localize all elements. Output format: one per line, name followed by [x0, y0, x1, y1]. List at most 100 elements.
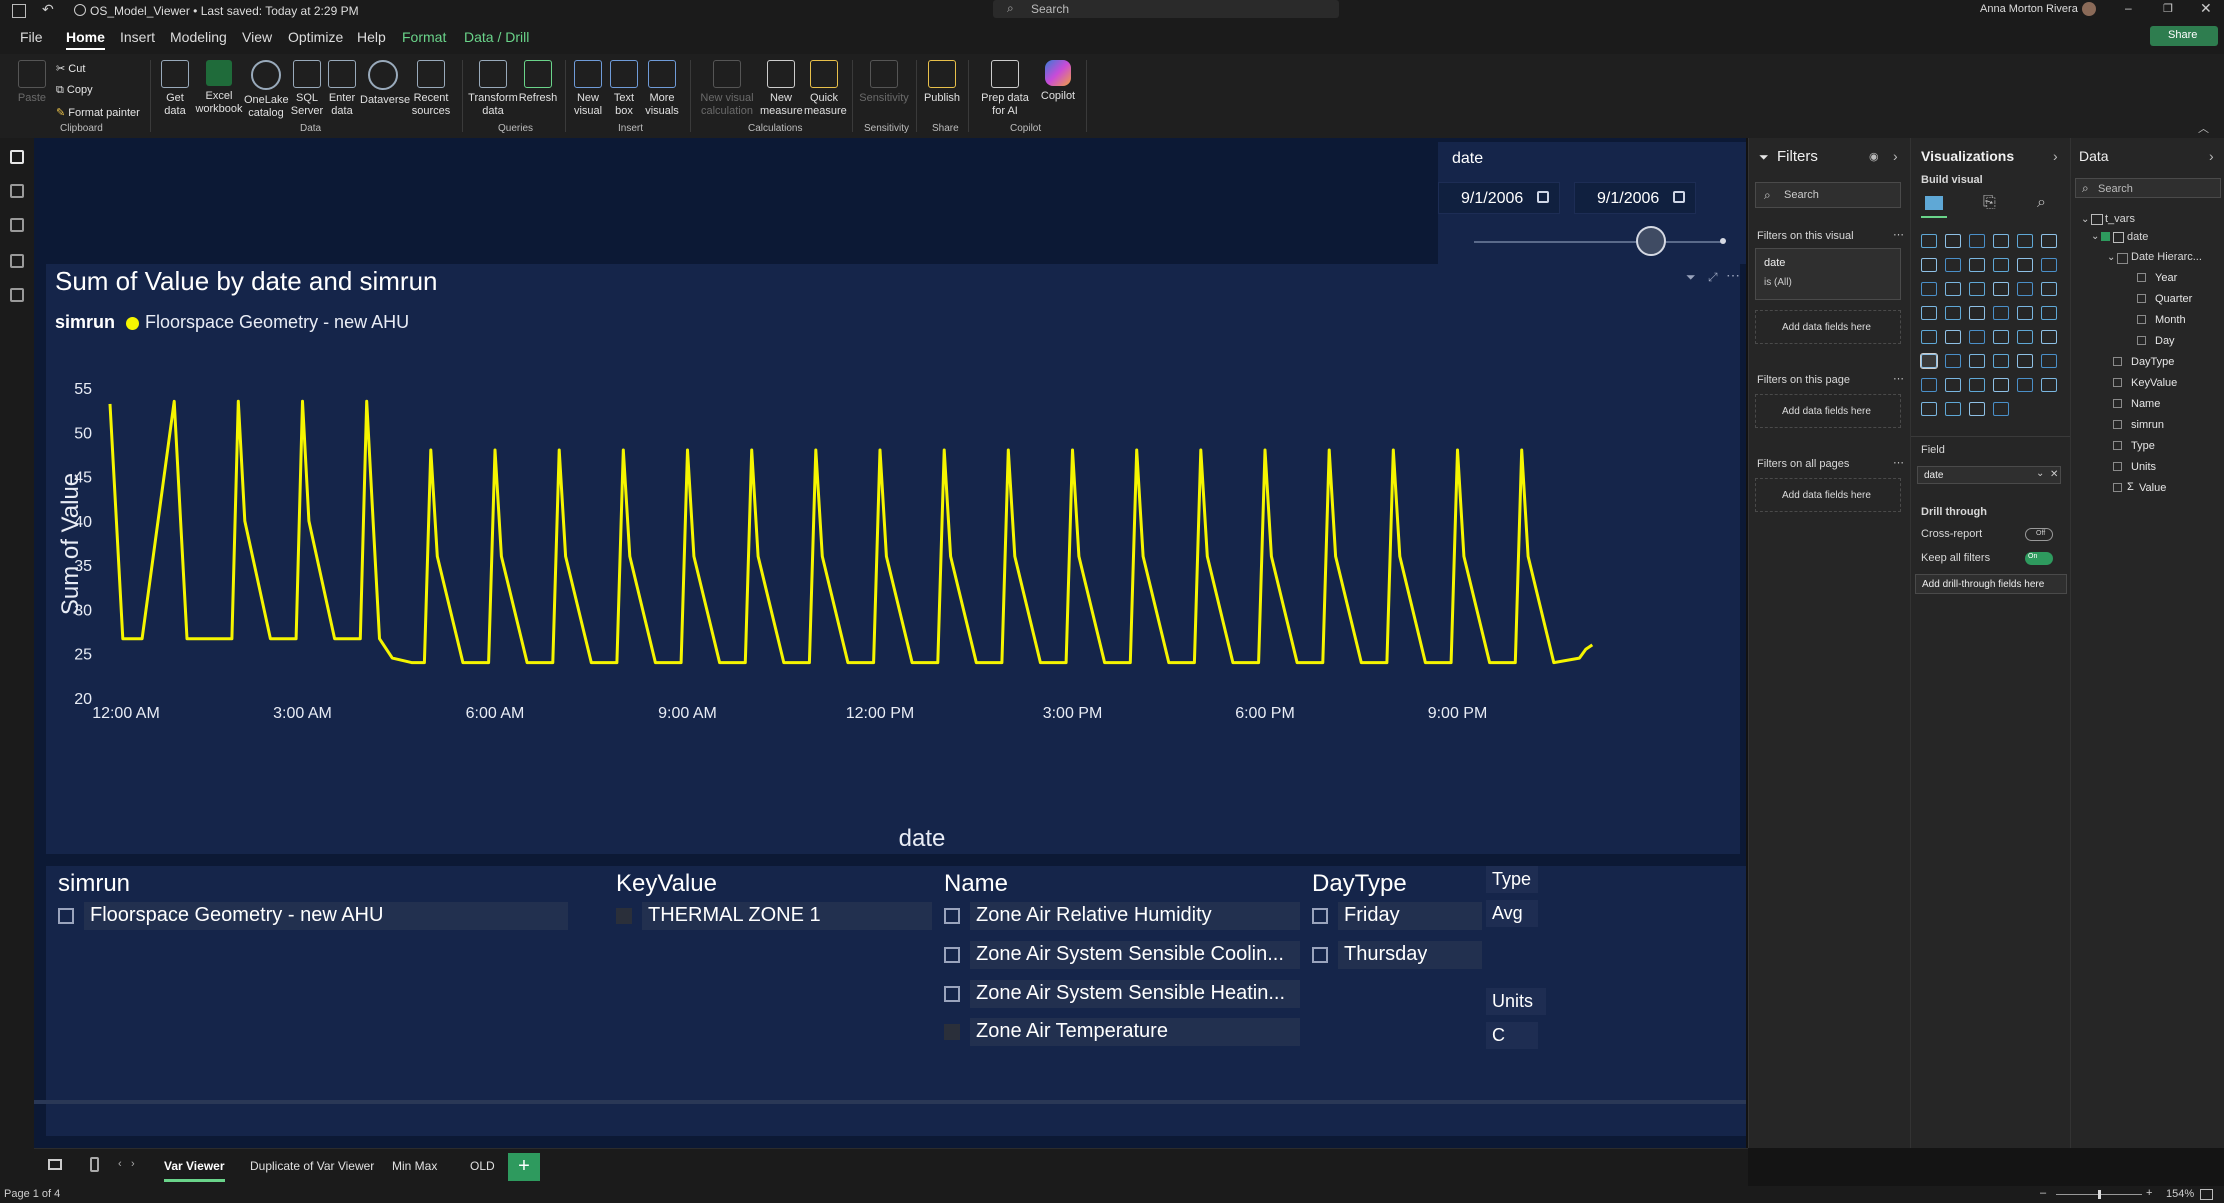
visual-type-icon[interactable] — [2017, 306, 2033, 320]
checkbox[interactable] — [2113, 399, 2122, 408]
checkbox[interactable] — [2113, 441, 2122, 450]
checkbox[interactable] — [944, 947, 960, 963]
visual-type-icon[interactable] — [2017, 234, 2033, 248]
visual-type-icon[interactable] — [2017, 378, 2033, 392]
menu-file[interactable]: File — [20, 29, 43, 45]
visual-type-icon[interactable] — [1945, 354, 1961, 368]
new-measure-button[interactable]: New measure — [760, 60, 803, 118]
menu-home[interactable]: Home — [66, 29, 105, 50]
end-date-input[interactable]: 9/1/2006 — [1574, 182, 1696, 214]
document-title[interactable]: OS_Model_Viewer • Last saved: Today at 2… — [90, 4, 359, 18]
undo-icon[interactable]: ↶ — [42, 1, 54, 18]
visual-type-icon[interactable] — [2041, 354, 2057, 368]
desktop-layout-icon[interactable] — [48, 1159, 62, 1170]
visual-type-icon[interactable] — [1945, 402, 1961, 416]
visual-type-icon[interactable] — [2041, 330, 2057, 344]
visual-type-icon[interactable] — [1993, 378, 2009, 392]
collapse-pane-icon[interactable]: › — [2053, 148, 2058, 164]
visual-type-icon[interactable] — [1969, 282, 1985, 296]
data-search-input[interactable]: ⌕ Search — [2075, 178, 2221, 198]
visual-type-icon[interactable] — [1921, 402, 1937, 416]
get-data-button[interactable]: Get data — [158, 60, 192, 118]
visual-type-icon[interactable] — [1945, 306, 1961, 320]
close-icon[interactable]: ✕ — [2200, 0, 2212, 17]
new-visual-calculation-button[interactable]: New visual calculation — [696, 60, 758, 118]
dataverse-button[interactable]: Dataverse — [360, 60, 410, 107]
visual-type-icon[interactable] — [1921, 234, 1937, 248]
restore-icon[interactable]: ❐ — [2163, 2, 2173, 15]
fit-to-page-icon[interactable] — [2200, 1189, 2213, 1200]
eye-icon[interactable]: ◉ — [1869, 150, 1879, 163]
tmdl-view-icon[interactable] — [10, 288, 24, 302]
checkbox[interactable] — [944, 986, 960, 1002]
avatar[interactable] — [2082, 2, 2096, 16]
slicer-item[interactable]: Thursday — [1312, 941, 1482, 969]
visual-type-icon[interactable] — [1969, 354, 1985, 368]
field-well-date[interactable]: date ⌄ ✕ — [1917, 466, 2061, 484]
date-hierarchy[interactable]: Date Hierarc... — [2131, 251, 2202, 263]
mobile-layout-icon[interactable] — [90, 1157, 99, 1172]
checkbox[interactable] — [2117, 253, 2128, 264]
chevron-down-icon[interactable]: ⌄ — [2107, 252, 2115, 263]
format-visual-tab-icon[interactable]: ⎘ — [1983, 194, 1996, 212]
menu-format[interactable]: Format — [402, 29, 446, 45]
visual-type-icon[interactable] — [1921, 258, 1937, 272]
add-fields-visual-dropzone[interactable]: Add data fields here — [1755, 310, 1901, 344]
slicer-item[interactable]: Zone Air Temperature — [944, 1018, 1310, 1046]
visual-type-icon[interactable] — [2041, 306, 2057, 320]
more-visuals-button[interactable]: More visuals — [642, 60, 682, 118]
checkbox[interactable] — [58, 908, 74, 924]
visual-type-icon[interactable] — [1993, 306, 2009, 320]
range-slider-handle[interactable] — [1636, 226, 1666, 256]
menu-modeling[interactable]: Modeling — [170, 29, 227, 45]
checkbox[interactable] — [1312, 947, 1328, 963]
refresh-button[interactable]: Refresh — [518, 60, 558, 105]
excel-button[interactable]: Excel workbook — [194, 60, 244, 116]
checkbox-checked[interactable] — [2101, 232, 2110, 241]
checkbox[interactable] — [2137, 315, 2146, 324]
copy-button[interactable]: ⧉ Copy — [56, 84, 93, 97]
visual-type-icon[interactable] — [1921, 306, 1937, 320]
checkbox[interactable] — [2137, 273, 2146, 282]
chevron-down-icon[interactable]: ⌄ — [2081, 214, 2089, 225]
keyvalue-slicer[interactable]: KeyValue THERMAL ZONE 1 — [604, 866, 960, 1136]
enter-data-button[interactable]: Enter data — [326, 60, 358, 118]
analytics-tab-icon[interactable]: ⌕ — [2037, 194, 2046, 212]
chevron-down-icon[interactable]: ⌄ — [2091, 231, 2099, 242]
chevron-down-icon[interactable]: ⌄ — [2036, 468, 2044, 479]
checkbox[interactable] — [2113, 378, 2122, 387]
share-button[interactable]: Share — [2150, 26, 2218, 46]
save-icon[interactable] — [12, 4, 26, 18]
canvas-scrollbar[interactable] — [34, 1100, 1746, 1104]
text-box-button[interactable]: Text box — [606, 60, 642, 118]
dax-query-view-icon[interactable] — [10, 254, 24, 268]
visual-type-icon[interactable] — [1993, 354, 2009, 368]
checkbox[interactable] — [2113, 483, 2122, 492]
table-view-icon[interactable] — [10, 184, 24, 198]
scroll-left-icon[interactable]: ‹ — [118, 1158, 122, 1170]
visual-type-icon[interactable] — [1993, 330, 2009, 344]
visual-type-icon[interactable] — [1993, 258, 2009, 272]
collapse-pane-icon[interactable]: › — [2209, 148, 2214, 164]
slicer-item[interactable]: Floorspace Geometry - new AHU — [58, 902, 568, 930]
visual-type-icon[interactable] — [1969, 258, 1985, 272]
calendar-icon[interactable] — [1673, 191, 1685, 203]
visual-type-icon[interactable] — [1920, 353, 1938, 369]
visual-type-icon[interactable] — [2017, 282, 2033, 296]
report-view-icon[interactable] — [10, 150, 24, 164]
cross-report-toggle[interactable]: Off — [2025, 528, 2053, 541]
visual-type-icon[interactable] — [2041, 282, 2057, 296]
add-fields-all-dropzone[interactable]: Add data fields here — [1755, 478, 1901, 512]
more-options-icon[interactable]: ⋯ — [1893, 456, 1904, 469]
menu-optimize[interactable]: Optimize — [288, 29, 343, 45]
slicer-item[interactable]: Friday — [1312, 902, 1482, 930]
tab-duplicate-var-viewer[interactable]: Duplicate of Var Viewer — [250, 1159, 374, 1173]
checkbox[interactable] — [2113, 420, 2122, 429]
drill-through-dropzone[interactable]: Add drill-through fields here — [1915, 574, 2067, 594]
date-slicer[interactable]: date 9/1/2006 9/1/2006 — [1438, 142, 1746, 264]
cut-button[interactable]: ✂ Cut — [56, 62, 85, 75]
copilot-button[interactable]: Copilot — [1036, 60, 1080, 103]
start-date-input[interactable]: 9/1/2006 — [1438, 182, 1560, 214]
daytype-slicer[interactable]: DayType Friday Thursday — [1300, 866, 1486, 1136]
visual-type-icon[interactable] — [2017, 354, 2033, 368]
